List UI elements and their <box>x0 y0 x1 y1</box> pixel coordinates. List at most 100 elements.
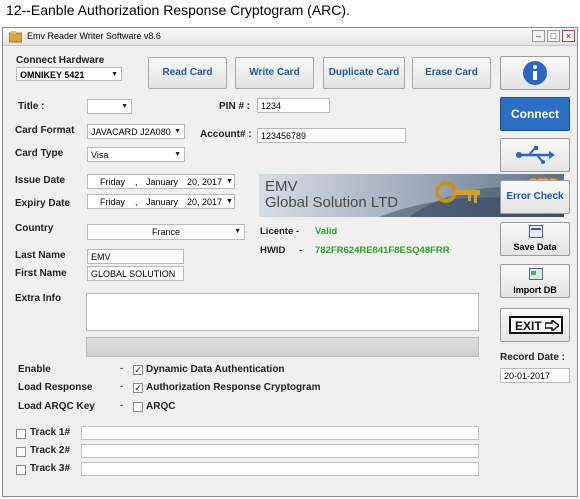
pin-input[interactable]: 1234 <box>257 98 330 113</box>
chevron-down-icon: ▼ <box>226 198 233 205</box>
expiry-date-label: Expiry Date <box>15 198 71 209</box>
track3-input[interactable] <box>81 462 479 476</box>
issue-date-label: Issue Date <box>15 175 66 186</box>
erase-card-button[interactable]: Erase Card <box>412 57 491 89</box>
last-name-input[interactable]: EMV <box>87 249 184 264</box>
hardware-value: OMNIKEY 5421 <box>20 70 85 80</box>
card-icon <box>529 225 543 238</box>
last-name-label: Last Name <box>15 250 66 261</box>
account-label: Account# : <box>200 129 252 140</box>
hwid-label: HWID <box>260 245 286 256</box>
error-check-label: Error Check <box>506 191 564 202</box>
expiry-date-date: 20, 2017 <box>187 197 223 207</box>
title-bar: Emv Reader Writer Software v8.6 – □ × <box>3 28 577 46</box>
connect-button[interactable]: Connect <box>500 97 570 131</box>
first-name-input[interactable]: GLOBAL SOLUTION <box>87 266 184 281</box>
chevron-down-icon: ▼ <box>174 151 181 158</box>
save-data-label: Save Data <box>513 242 557 252</box>
banner-line2: Global Solution LTD <box>265 194 399 211</box>
key-icon <box>435 181 480 203</box>
duplicate-card-button[interactable]: Duplicate Card <box>323 57 405 89</box>
load-arqc-label: Load ARQC Key <box>18 401 95 412</box>
title-label: Title : <box>18 101 45 112</box>
connect-hardware-label: Connect Hardware <box>16 55 105 66</box>
card-type-value: Visa <box>91 150 109 160</box>
chevron-down-icon: ▼ <box>121 103 128 110</box>
caption-text: 12--Eanble Authorization Response Crypto… <box>6 2 350 18</box>
extra-info-label: Extra Info <box>15 293 62 304</box>
record-date-label: Record Date : <box>500 352 566 363</box>
arqc-text: ARQC <box>146 401 176 412</box>
track1-label: Track 1# <box>30 427 71 438</box>
info-button[interactable] <box>500 56 570 90</box>
maximize-button[interactable]: □ <box>547 30 560 42</box>
first-name-label: First Name <box>15 268 67 279</box>
progress-bar <box>86 337 479 357</box>
usb-icon <box>516 146 555 164</box>
issue-date-month: January <box>146 177 179 187</box>
exit-button[interactable]: EXIT <box>500 308 570 342</box>
window-title: Emv Reader Writer Software v8.6 <box>27 31 161 41</box>
hardware-select[interactable]: OMNIKEY 5421 ▼ <box>16 67 122 81</box>
option-dash: - <box>120 400 124 411</box>
import-db-label: Import DB <box>513 285 557 295</box>
expiry-date-day: Friday <box>100 197 126 207</box>
import-icon <box>529 268 543 280</box>
track1-checkbox[interactable] <box>16 429 26 439</box>
card-type-select[interactable]: Visa ▼ <box>87 147 185 162</box>
pin-label: PIN # : <box>219 101 251 112</box>
app-window: Emv Reader Writer Software v8.6 – □ × Co… <box>2 27 578 497</box>
app-icon <box>9 31 22 43</box>
date-separator: , <box>135 177 138 187</box>
dda-text: Dynamic Data Authentication <box>146 364 285 375</box>
exit-sign: EXIT <box>509 316 563 334</box>
account-input[interactable]: 123456789 <box>257 128 406 143</box>
write-card-button[interactable]: Write Card <box>235 57 314 89</box>
chevron-down-icon: ▼ <box>226 178 233 185</box>
track2-checkbox[interactable] <box>16 447 26 457</box>
track2-input[interactable] <box>81 444 479 458</box>
hwid-separator: - <box>299 245 303 256</box>
country-value: France <box>151 227 180 237</box>
title-select[interactable]: ▼ <box>87 99 132 114</box>
country-label: Country <box>15 223 54 234</box>
import-db-button[interactable]: Import DB <box>500 264 570 298</box>
track3-label: Track 3# <box>30 463 71 474</box>
dda-checkbox[interactable]: ✓ <box>133 365 143 375</box>
error-check-button[interactable]: Error Check <box>500 180 570 214</box>
chevron-down-icon: ▼ <box>111 71 118 78</box>
card-format-select[interactable]: JAVACARD J2A080 ▼ <box>87 124 185 139</box>
card-format-label: Card Format <box>15 125 75 136</box>
read-card-button[interactable]: Read Card <box>148 57 227 89</box>
expiry-date-picker[interactable]: Friday , January 20, 2017 ▼ <box>87 194 235 209</box>
track2-label: Track 2# <box>30 445 71 456</box>
arc-text: Authorization Response Cryptogram <box>146 382 321 393</box>
expiry-date-month: January <box>146 197 179 207</box>
date-separator: , <box>135 197 138 207</box>
card-type-label: Card Type <box>15 148 64 159</box>
connect-label: Connect <box>511 107 559 121</box>
exit-label: EXIT <box>515 319 542 333</box>
minimize-button[interactable]: – <box>532 30 545 42</box>
track3-checkbox[interactable] <box>16 465 26 475</box>
chevron-down-icon: ▼ <box>234 228 241 235</box>
load-response-label: Load Response <box>18 382 93 393</box>
arrow-right-icon <box>545 320 559 331</box>
info-icon <box>523 61 547 85</box>
country-select[interactable]: France ▼ <box>87 224 245 240</box>
usb-button[interactable] <box>500 138 570 172</box>
option-dash: - <box>120 381 124 392</box>
license-status: Valid <box>315 226 338 237</box>
extra-info-textarea[interactable] <box>86 293 479 331</box>
banner-line1: EMV <box>265 178 298 195</box>
license-label: Licente - <box>260 226 300 237</box>
arc-checkbox[interactable]: ✓ <box>133 383 143 393</box>
card-format-value: JAVACARD J2A080 <box>91 127 171 137</box>
close-button[interactable]: × <box>562 30 575 42</box>
track1-input[interactable] <box>81 426 479 440</box>
record-date-input[interactable]: 20-01-2017 <box>500 368 570 383</box>
issue-date-date: 20, 2017 <box>187 177 223 187</box>
arqc-checkbox[interactable] <box>133 402 143 412</box>
save-data-button[interactable]: Save Data <box>500 222 570 256</box>
issue-date-picker[interactable]: Friday , January 20, 2017 ▼ <box>87 174 235 189</box>
